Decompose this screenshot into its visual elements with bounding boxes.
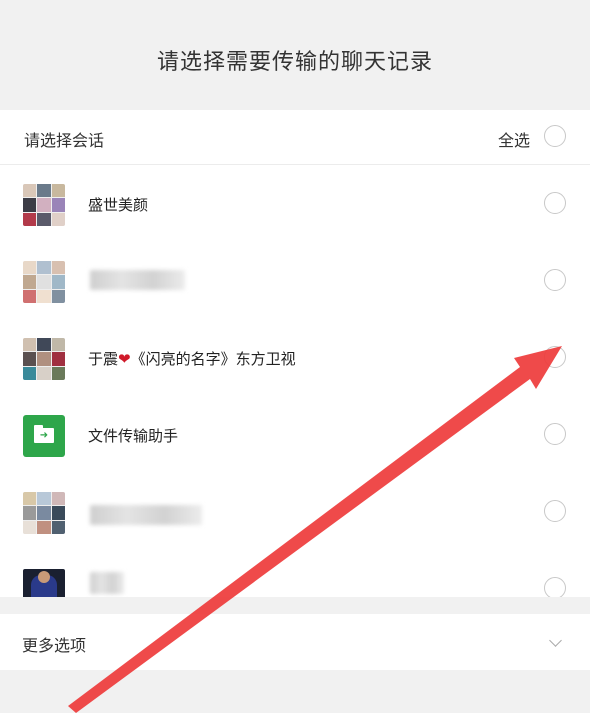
select-all-radio[interactable]: [544, 125, 566, 147]
conversation-list: 盛世美颜 于震❤《闪亮的名字》东方卫视 ➜ 文件传输助手: [0, 165, 590, 597]
select-all-label[interactable]: 全选: [498, 127, 530, 151]
heart-emoji: ❤: [118, 350, 131, 368]
chat-select-radio[interactable]: [544, 346, 566, 368]
more-options-row[interactable]: 更多选项: [0, 614, 590, 670]
file-transfer-icon: ➜: [23, 415, 65, 457]
user-avatar: [23, 569, 65, 597]
select-conversation-bar: 请选择会话 全选: [0, 110, 590, 165]
chat-name: 于震❤《闪亮的名字》东方卫视: [88, 348, 296, 369]
list-item[interactable]: [0, 242, 590, 319]
dialog-header: 请选择需要传输的聊天记录: [0, 0, 590, 110]
chat-name: 盛世美颜: [88, 196, 149, 214]
list-item[interactable]: ➜ 文件传输助手: [0, 396, 590, 473]
chat-select-radio[interactable]: [544, 423, 566, 445]
chat-name: 文件传输助手: [88, 427, 179, 445]
list-item[interactable]: 盛世美颜: [0, 165, 590, 242]
chevron-down-icon[interactable]: [549, 634, 562, 647]
group-avatar: [23, 338, 65, 380]
group-avatar: [23, 261, 65, 303]
group-avatar: [23, 492, 65, 534]
blurred-chat-name: [90, 505, 202, 525]
group-avatar: [23, 184, 65, 226]
chat-name-prefix: 于震: [88, 350, 119, 368]
blurred-chat-name: [90, 270, 185, 290]
chat-select-radio[interactable]: [544, 500, 566, 522]
select-conversation-label: 请选择会话: [24, 131, 105, 150]
chat-select-radio[interactable]: [544, 192, 566, 214]
chat-select-radio[interactable]: [544, 269, 566, 291]
chat-name-suffix: 《闪亮的名字》东方卫视: [130, 350, 296, 368]
blurred-chat-name: [90, 572, 124, 594]
list-item[interactable]: [0, 473, 590, 550]
more-options-label: 更多选项: [22, 636, 87, 655]
chat-select-radio[interactable]: [544, 577, 566, 597]
list-item[interactable]: 于震❤《闪亮的名字》东方卫视: [0, 319, 590, 396]
dialog-title: 请选择需要传输的聊天记录: [156, 50, 433, 75]
list-item[interactable]: [0, 550, 590, 597]
